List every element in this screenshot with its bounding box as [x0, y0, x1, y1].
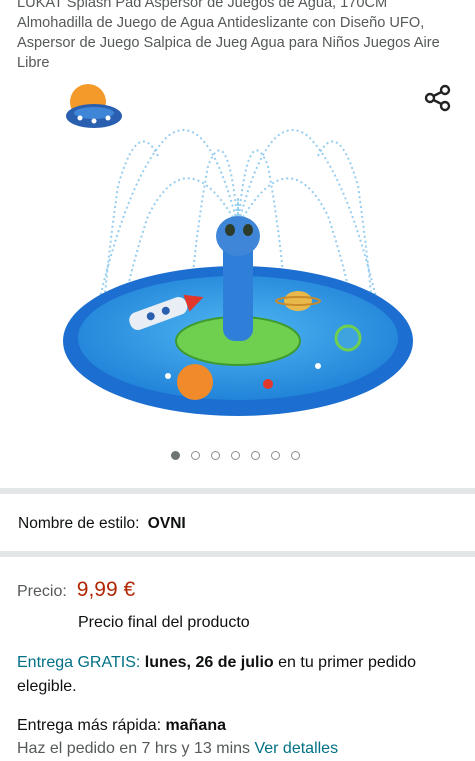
carousel-dot[interactable] — [231, 451, 240, 460]
carousel-dot[interactable] — [191, 451, 200, 460]
fast-delivery-value: mañana — [165, 717, 226, 734]
order-countdown-text: Haz el pedido en 7 hrs y 13 mins — [17, 740, 251, 757]
price-value: 9,99 € — [76, 578, 136, 601]
carousel-dot[interactable] — [211, 451, 220, 460]
style-value: OVNI — [147, 515, 186, 532]
style-label: Nombre de estilo: — [18, 515, 140, 532]
carousel-dot[interactable] — [251, 451, 260, 460]
carousel-dot[interactable] — [171, 451, 180, 460]
order-countdown: Haz el pedido en 7 hrs y 13 mins Ver det… — [17, 737, 338, 761]
carousel-dot[interactable] — [271, 451, 280, 460]
carousel-indicator — [0, 451, 473, 460]
section-divider — [0, 488, 475, 494]
section-divider — [0, 551, 475, 557]
delivery-date: lunes, 26 de julio — [144, 654, 274, 671]
share-button[interactable] — [420, 80, 456, 116]
share-icon — [424, 84, 451, 112]
fast-delivery: Entrega más rápida: mañana — [17, 714, 226, 738]
details-link[interactable]: Ver detalles — [254, 740, 338, 757]
product-image[interactable] — [58, 76, 418, 426]
delivery-info: Entrega GRATIS: lunes, 26 de julio en tu… — [17, 651, 462, 699]
fast-delivery-label: Entrega más rápida: — [17, 717, 162, 734]
price-note: Precio final del producto — [78, 614, 250, 631]
product-title: LUKAT Splash Pad Aspersor de Juegos de A… — [17, 0, 440, 71]
price-row: Precio: 9,99 € — [17, 576, 135, 606]
delivery-prefix: Entrega GRATIS: — [17, 654, 141, 671]
style-selector[interactable]: Nombre de estilo: OVNI — [18, 513, 186, 535]
price-label: Precio: — [17, 583, 67, 600]
carousel-dot[interactable] — [291, 451, 300, 460]
ufo-badge-icon — [66, 84, 122, 128]
